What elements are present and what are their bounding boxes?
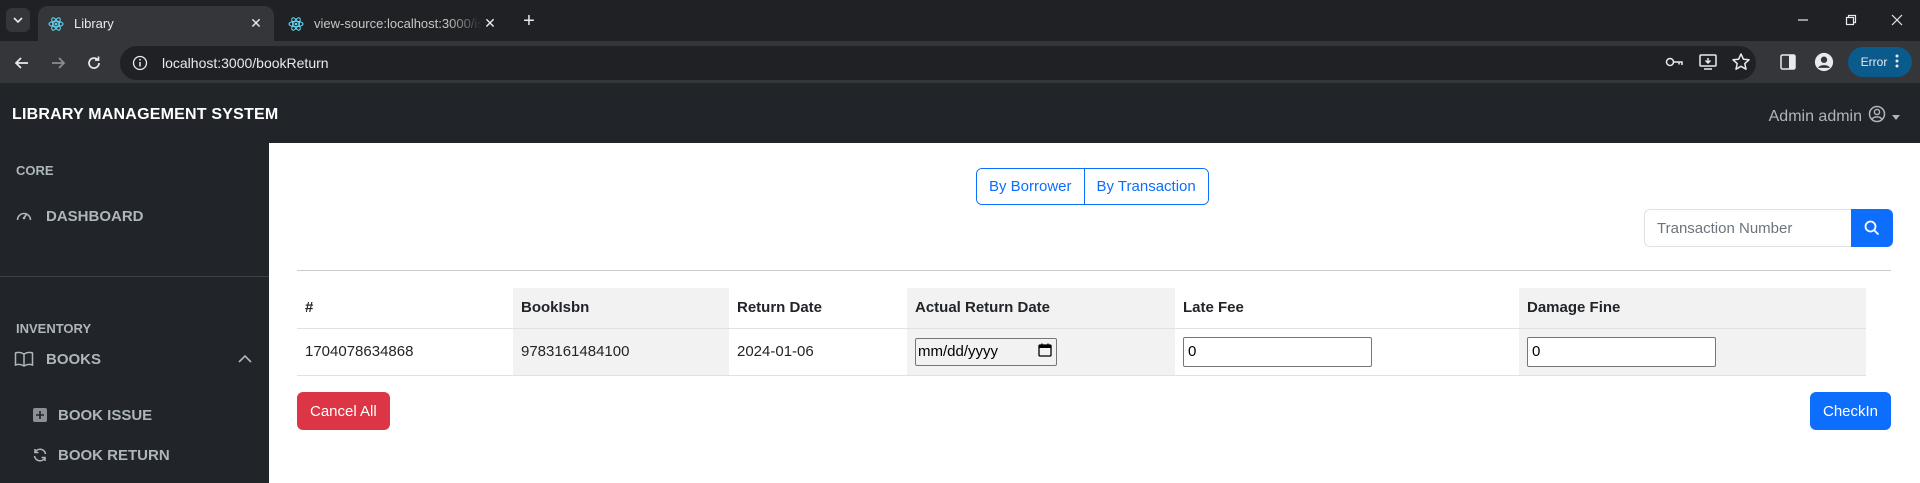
cell-transaction-id: 1704078634868 <box>297 328 513 376</box>
tab-title: view-source:localhost:3000/issue <box>314 16 482 31</box>
tab-search-chevron-icon[interactable] <box>6 8 30 32</box>
app-navbar: LIBRARY MANAGEMENT SYSTEM Admin admin <box>0 83 1920 143</box>
section-divider <box>297 270 1891 271</box>
cell-damage-fine <box>1519 328 1866 376</box>
sidebar-item-book-return[interactable]: BOOK RETURN <box>30 445 170 465</box>
sidebar-heading-core: CORE <box>16 163 54 178</box>
new-tab-plus-icon[interactable]: + <box>518 10 540 32</box>
caret-down-icon <box>1892 108 1900 126</box>
checkin-button[interactable]: CheckIn <box>1810 392 1892 430</box>
search-button[interactable] <box>1851 209 1893 247</box>
sidebar-item-label: DASHBOARD <box>46 207 144 225</box>
book-open-icon <box>14 349 34 369</box>
profile-error-label: Error <box>1860 55 1888 69</box>
col-header-late-fee: Late Fee <box>1175 288 1519 329</box>
user-dropdown[interactable]: Admin admin <box>1769 105 1900 128</box>
more-menu-icon <box>1895 54 1899 71</box>
tab-close-icon[interactable]: ✕ <box>482 15 498 32</box>
refresh-icon <box>30 445 50 465</box>
app-brand[interactable]: LIBRARY MANAGEMENT SYSTEM <box>12 106 278 124</box>
col-header-number: # <box>297 288 513 329</box>
address-bar[interactable]: localhost:3000/bookReturn <box>120 46 1756 80</box>
install-app-icon[interactable] <box>1698 52 1718 72</box>
col-header-actual-return-date: Actual Return Date <box>907 288 1175 329</box>
sidebar: CORE DASHBOARD INVENTORY BOOKS BOOK ISSU… <box>0 143 269 483</box>
tab-close-icon[interactable]: ✕ <box>248 15 264 32</box>
profile-avatar-icon[interactable] <box>1814 52 1834 72</box>
cell-bookisbn: 9783161484100 <box>513 328 729 376</box>
browser-tab-bar: Library ✕ view-source:localhost:3000/iss… <box>0 0 1920 41</box>
chevron-up-icon[interactable] <box>236 350 254 368</box>
sidebar-item-books[interactable]: BOOKS <box>14 349 101 369</box>
lookup-mode-toggle: By Borrower By Transaction <box>976 168 1209 205</box>
sidebar-item-label: BOOKS <box>46 350 102 368</box>
minimize-icon[interactable] <box>1780 8 1826 32</box>
sidebar-item-label: BOOK ISSUE <box>58 406 153 424</box>
col-header-return-date: Return Date <box>729 288 907 329</box>
date-input-value: mm/dd/yyyy <box>918 343 999 360</box>
back-arrow-icon[interactable] <box>8 49 36 77</box>
sidebar-item-book-issue[interactable]: BOOK ISSUE <box>30 405 152 425</box>
user-circle-icon <box>1868 105 1886 128</box>
by-transaction-button[interactable]: By Transaction <box>1083 169 1208 204</box>
calendar-icon[interactable] <box>1038 343 1052 361</box>
site-info-icon[interactable] <box>130 53 150 73</box>
speedometer-icon <box>14 206 34 226</box>
cell-actual-return-date: mm/dd/yyyy <box>907 328 1175 376</box>
main-content: By Borrower By Transaction # BookIsbn Re… <box>269 143 1920 483</box>
react-favicon-icon <box>288 16 304 32</box>
browser-toolbar: localhost:3000/bookReturn Error <box>0 41 1920 83</box>
cell-late-fee <box>1175 328 1519 376</box>
bookmark-star-icon[interactable] <box>1731 52 1751 72</box>
plus-square-icon <box>30 405 50 425</box>
forward-arrow-icon[interactable] <box>44 49 72 77</box>
late-fee-input[interactable] <box>1183 336 1372 367</box>
cancel-all-button[interactable]: Cancel All <box>297 392 390 430</box>
tab-library[interactable]: Library ✕ <box>38 6 274 41</box>
react-favicon-icon <box>48 16 64 32</box>
table-row: 1704078634868 9783161484100 2024-01-06 m… <box>297 328 1866 376</box>
actual-return-date-input[interactable]: mm/dd/yyyy <box>915 337 1057 366</box>
transaction-search <box>1644 209 1893 247</box>
sidebar-item-label: BOOK RETURN <box>58 446 170 464</box>
col-header-damage-fine: Damage Fine <box>1519 288 1866 329</box>
sidebar-item-dashboard[interactable]: DASHBOARD <box>14 206 144 226</box>
reload-icon[interactable] <box>80 49 108 77</box>
password-key-icon[interactable] <box>1664 52 1684 72</box>
user-name: Admin admin <box>1768 107 1862 125</box>
sidebar-heading-inventory: INVENTORY <box>16 321 92 336</box>
profile-error-button[interactable]: Error <box>1848 47 1912 77</box>
cell-return-date: 2024-01-06 <box>729 328 907 376</box>
return-table: # BookIsbn Return Date Actual Return Dat… <box>297 288 1866 376</box>
sidebar-divider <box>0 276 269 277</box>
side-panel-icon[interactable] <box>1778 52 1798 72</box>
url-text: localhost:3000/bookReturn <box>162 55 329 71</box>
col-header-bookisbn: BookIsbn <box>513 288 729 329</box>
transaction-number-input[interactable] <box>1644 209 1851 247</box>
close-window-icon[interactable] <box>1874 8 1920 32</box>
by-borrower-button[interactable]: By Borrower <box>977 169 1084 204</box>
tab-view-source[interactable]: view-source:localhost:3000/issue ✕ <box>278 6 508 41</box>
restore-icon[interactable] <box>1828 8 1874 32</box>
table-header-row: # BookIsbn Return Date Actual Return Dat… <box>297 288 1866 329</box>
tab-title: Library <box>74 16 114 31</box>
search-icon <box>1864 220 1880 236</box>
damage-fine-input[interactable] <box>1527 336 1716 367</box>
